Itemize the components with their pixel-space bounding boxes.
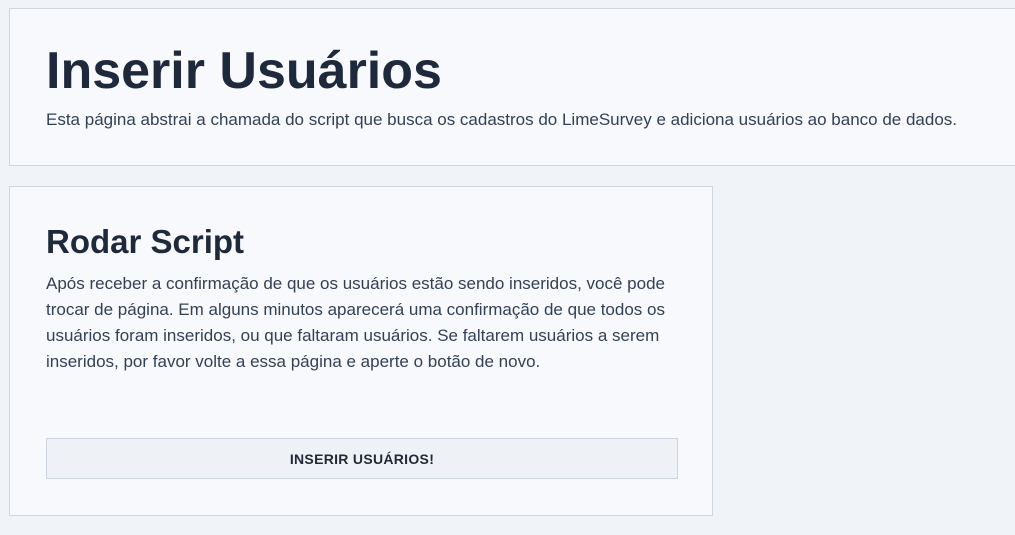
run-script-card: Rodar Script Após receber a confirmação … [9, 186, 713, 516]
page-description: Esta página abstrai a chamada do script … [46, 110, 958, 129]
page-title: Inserir Usuários [46, 42, 442, 100]
run-script-title: Rodar Script [46, 223, 245, 260]
page-header-card: Inserir Usuários Esta página abstrai a c… [9, 8, 1015, 166]
run-script-description: Após receber a confirmação de que os usu… [46, 274, 665, 371]
insert-users-button[interactable]: INSERIR USUÁRIOS! [46, 438, 678, 479]
